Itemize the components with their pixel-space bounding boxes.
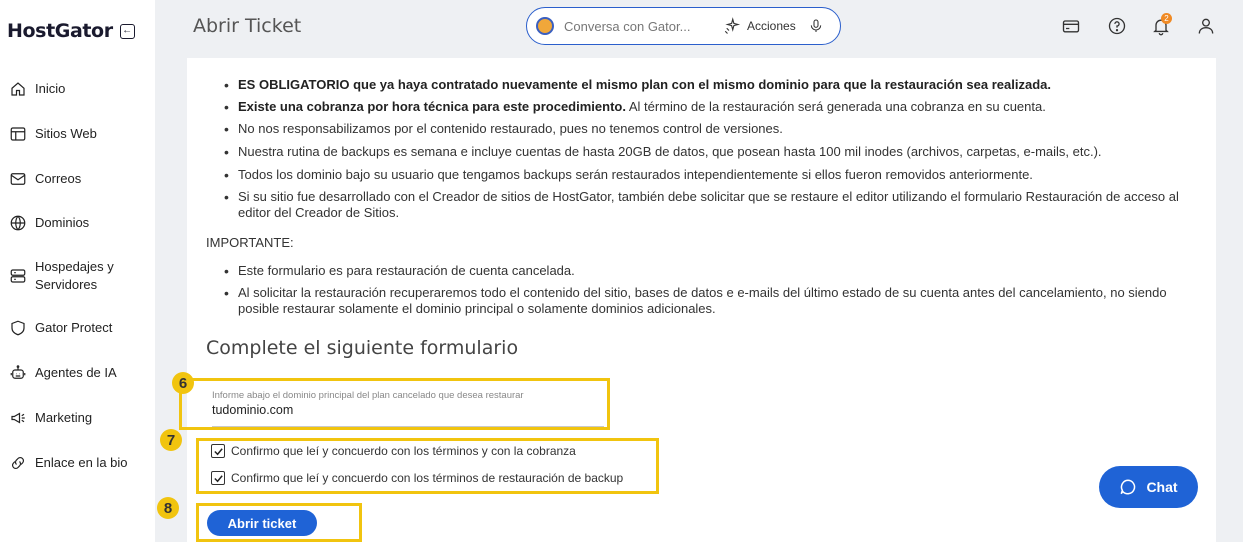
- list-item-bold: ES OBLIGATORIO que ya haya contratado nu…: [238, 77, 1051, 92]
- notification-badge: 2: [1161, 13, 1172, 24]
- chat-button[interactable]: Chat: [1099, 466, 1198, 508]
- list-item-text: Este formulario es para restauración de …: [238, 263, 575, 278]
- list-item: Si su sitio fue desarrollado con el Crea…: [224, 189, 1198, 221]
- shield-icon: [8, 318, 27, 337]
- list-item-text: Si su sitio fue desarrollado con el Crea…: [238, 189, 1179, 220]
- page-title: Abrir Ticket: [193, 15, 302, 37]
- list-item: Existe una cobranza por hora técnica par…: [224, 99, 1198, 115]
- collapse-sidebar-icon[interactable]: ←: [119, 23, 135, 39]
- server-icon: [8, 267, 27, 286]
- user-account-icon[interactable]: [1196, 16, 1216, 36]
- sidebar-item-hospedajes[interactable]: Hospedajes y Servidores: [8, 258, 114, 294]
- list-item-text: Todos los dominio bajo su usuario que te…: [238, 167, 1033, 182]
- sidebar-item-gator-protect[interactable]: Gator Protect: [8, 318, 112, 337]
- list-item: Nuestra rutina de backups es semana e in…: [224, 144, 1198, 160]
- search-input[interactable]: Conversa con Gator...: [564, 19, 709, 34]
- important-heading: IMPORTANTE:: [206, 235, 294, 250]
- megaphone-icon: [8, 408, 27, 427]
- form-title: Complete el siguiente formulario: [206, 337, 519, 359]
- list-item: Todos los dominio bajo su usuario que te…: [224, 167, 1198, 183]
- step-badge-8: 8: [157, 497, 179, 519]
- list-item-bold: Existe una cobranza por hora técnica par…: [238, 99, 626, 114]
- robot-icon: [8, 363, 27, 382]
- home-icon: [8, 79, 27, 98]
- browser-icon: [8, 124, 27, 143]
- sidebar-item-agentes-ia[interactable]: Agentes de IA: [8, 363, 117, 382]
- highlight-box-checkboxes: [196, 438, 659, 494]
- sidebar-item-label-line1: Hospedajes y: [35, 259, 114, 274]
- acciones-button[interactable]: Acciones: [723, 17, 796, 35]
- sidebar-item-label: Hospedajes y Servidores: [35, 258, 114, 294]
- sidebar-item-label: Sitios Web: [35, 125, 97, 141]
- sidebar-item-label-line2: Servidores: [35, 277, 98, 292]
- microphone-icon[interactable]: [808, 17, 824, 35]
- step-badge-6: 6: [172, 372, 194, 394]
- step-badge-7: 7: [160, 429, 182, 451]
- help-icon[interactable]: [1107, 16, 1127, 36]
- sidebar-item-label: Dominios: [35, 214, 90, 230]
- list-item-text: Al solicitar la restauración recuperarem…: [238, 285, 1167, 316]
- acciones-label: Acciones: [747, 19, 796, 33]
- notifications-bell-icon[interactable]: 2: [1151, 13, 1172, 36]
- sidebar-item-sitios-web[interactable]: Sitios Web: [8, 124, 97, 143]
- globe-icon: [8, 213, 27, 232]
- sidebar-item-label: Enlace en la bio: [35, 454, 128, 470]
- billing-card-icon[interactable]: [1061, 16, 1081, 36]
- sidebar-item-label: Gator Protect: [35, 319, 113, 335]
- sidebar: HostGator ← Inicio Sitios Web Correos Do…: [0, 0, 155, 542]
- chat-bubble-icon: [1120, 479, 1136, 495]
- link-icon: [8, 453, 27, 472]
- sidebar-item-label: Correos: [35, 170, 82, 186]
- highlight-box-submit: [196, 503, 362, 542]
- mail-icon: [8, 169, 27, 188]
- highlight-box-domain: [179, 378, 610, 430]
- sidebar-item-inicio[interactable]: Inicio: [8, 79, 65, 98]
- sidebar-item-label: Agentes de IA: [35, 364, 117, 380]
- list-item: ES OBLIGATORIO que ya haya contratado nu…: [224, 77, 1198, 93]
- sidebar-item-label: Marketing: [35, 409, 93, 425]
- gator-avatar-icon: [536, 17, 554, 35]
- sidebar-item-label: Inicio: [35, 80, 66, 96]
- sidebar-item-marketing[interactable]: Marketing: [8, 408, 92, 427]
- hostgator-logo[interactable]: HostGator: [7, 20, 113, 42]
- list-item: Al solicitar la restauración recuperarem…: [224, 285, 1198, 317]
- sidebar-item-correos[interactable]: Correos: [8, 169, 81, 188]
- sidebar-item-dominios[interactable]: Dominios: [8, 213, 89, 232]
- sidebar-item-enlace-bio[interactable]: Enlace en la bio: [8, 453, 128, 472]
- list-item-text: No nos responsabilizamos por el contenid…: [238, 121, 783, 136]
- list-item-text: Al término de la restauración será gener…: [625, 99, 1046, 114]
- chat-label: Chat: [1146, 479, 1178, 495]
- list-item: No nos responsabilizamos por el contenid…: [224, 121, 1198, 137]
- list-item: Este formulario es para restauración de …: [224, 263, 1198, 279]
- logo-row: HostGator ←: [0, 0, 155, 62]
- gator-search-bar[interactable]: Conversa con Gator... Acciones: [526, 7, 841, 45]
- list-item-text: Nuestra rutina de backups es semana e in…: [238, 144, 1102, 159]
- sparkle-icon: [724, 17, 741, 34]
